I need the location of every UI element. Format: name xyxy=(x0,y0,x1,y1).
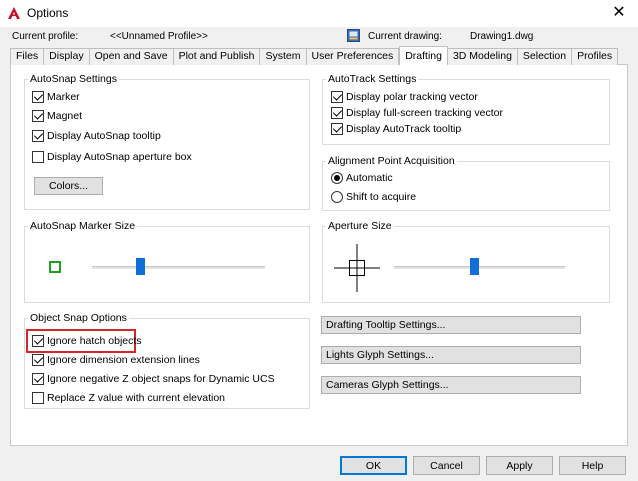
help-button[interactable]: Help xyxy=(559,456,626,475)
ignore-hatch-label: Ignore hatch objects xyxy=(47,335,142,347)
current-profile-label: Current profile: xyxy=(12,31,79,42)
ignore-dimension-checkbox-row[interactable]: Ignore dimension extension lines xyxy=(32,354,200,366)
object-snap-options-title: Object Snap Options xyxy=(28,312,129,324)
ignore-dimension-label: Ignore dimension extension lines xyxy=(47,354,200,366)
tab-open-and-save[interactable]: Open and Save xyxy=(89,48,174,65)
tab-user-preferences[interactable]: User Preferences xyxy=(306,48,400,65)
tab-display[interactable]: Display xyxy=(44,48,90,65)
autosnap-tooltip-label: Display AutoSnap tooltip xyxy=(47,130,161,142)
magnet-label: Magnet xyxy=(47,110,83,122)
marker-preview-icon xyxy=(49,261,61,273)
aperture-box-checkbox[interactable] xyxy=(32,151,44,163)
replace-z-label: Replace Z value with current elevation xyxy=(47,392,226,404)
current-drawing-value: Drawing1.dwg xyxy=(470,31,534,42)
lights-glyph-settings-button[interactable]: Lights Glyph Settings... xyxy=(321,346,581,364)
ok-button[interactable]: OK xyxy=(340,456,407,475)
alignment-point-title: Alignment Point Acquisition xyxy=(326,155,457,167)
tab-strip: Files Display Open and Save Plot and Pub… xyxy=(10,46,619,65)
shift-to-acquire-label: Shift to acquire xyxy=(346,191,417,203)
marker-size-group xyxy=(24,226,310,303)
title-bar xyxy=(0,0,638,27)
apply-button[interactable]: Apply xyxy=(486,456,553,475)
marker-size-slider-thumb[interactable] xyxy=(136,258,145,275)
aperture-box-checkbox-row[interactable]: Display AutoSnap aperture box xyxy=(32,151,192,163)
polar-tracking-checkbox[interactable] xyxy=(331,91,343,103)
close-icon[interactable]: ✕ xyxy=(608,3,630,23)
tab-files[interactable]: Files xyxy=(10,48,45,65)
window-title: Options xyxy=(27,6,69,20)
ignore-hatch-checkbox-row[interactable]: Ignore hatch objects xyxy=(32,335,142,347)
autotrack-settings-title: AutoTrack Settings xyxy=(326,73,419,85)
tab-drafting[interactable]: Drafting xyxy=(399,46,448,65)
cancel-button[interactable]: Cancel xyxy=(413,456,480,475)
alignment-point-group xyxy=(322,161,610,211)
ignore-hatch-checkbox[interactable] xyxy=(32,335,44,347)
fullscreen-tracking-checkbox[interactable] xyxy=(331,107,343,119)
autosnap-tooltip-checkbox[interactable] xyxy=(32,130,44,142)
tab-selection[interactable]: Selection xyxy=(517,48,573,65)
autotrack-tooltip-checkbox[interactable] xyxy=(331,123,343,135)
ignore-negative-z-checkbox[interactable] xyxy=(32,373,44,385)
aperture-size-slider-thumb[interactable] xyxy=(470,258,479,275)
autosnap-tooltip-checkbox-row[interactable]: Display AutoSnap tooltip xyxy=(32,130,161,142)
aperture-size-title: Aperture Size xyxy=(326,220,394,232)
marker-size-title: AutoSnap Marker Size xyxy=(28,220,138,232)
marker-checkbox[interactable] xyxy=(32,91,44,103)
magnet-checkbox-row[interactable]: Magnet xyxy=(32,110,82,122)
tab-3d-modeling[interactable]: 3D Modeling xyxy=(447,48,518,65)
marker-size-slider-track[interactable] xyxy=(92,266,265,269)
magnet-checkbox[interactable] xyxy=(32,110,44,122)
shift-to-acquire-radio[interactable] xyxy=(331,191,343,203)
colors-button[interactable]: Colors... xyxy=(34,177,103,195)
aperture-size-slider-track[interactable] xyxy=(394,266,565,269)
ignore-negative-z-label: Ignore negative Z object snaps for Dynam… xyxy=(47,373,275,385)
shift-to-acquire-radio-row[interactable]: Shift to acquire xyxy=(331,191,416,203)
tab-system[interactable]: System xyxy=(260,48,307,65)
polar-tracking-checkbox-row[interactable]: Display polar tracking vector xyxy=(331,91,478,103)
tab-plot-and-publish[interactable]: Plot and Publish xyxy=(173,48,261,65)
current-drawing-label: Current drawing: xyxy=(368,31,442,42)
aperture-preview-icon xyxy=(334,244,380,292)
autocad-logo-icon xyxy=(8,7,20,19)
replace-z-checkbox[interactable] xyxy=(32,392,44,404)
autotrack-tooltip-label: Display AutoTrack tooltip xyxy=(346,123,462,135)
fullscreen-tracking-checkbox-row[interactable]: Display full-screen tracking vector xyxy=(331,107,503,119)
autotrack-tooltip-checkbox-row[interactable]: Display AutoTrack tooltip xyxy=(331,123,461,135)
drawing-file-icon xyxy=(347,29,360,42)
ignore-dimension-checkbox[interactable] xyxy=(32,354,44,366)
current-profile-value: <<Unnamed Profile>> xyxy=(110,31,208,42)
tab-profiles[interactable]: Profiles xyxy=(572,48,619,65)
marker-checkbox-row[interactable]: Marker xyxy=(32,91,80,103)
marker-label: Marker xyxy=(47,91,80,103)
automatic-label: Automatic xyxy=(346,172,393,184)
polar-tracking-label: Display polar tracking vector xyxy=(346,91,478,103)
drafting-tooltip-settings-button[interactable]: Drafting Tooltip Settings... xyxy=(321,316,581,334)
fullscreen-tracking-label: Display full-screen tracking vector xyxy=(346,107,503,119)
ignore-negative-z-checkbox-row[interactable]: Ignore negative Z object snaps for Dynam… xyxy=(32,373,275,385)
automatic-radio-row[interactable]: Automatic xyxy=(331,172,393,184)
cameras-glyph-settings-button[interactable]: Cameras Glyph Settings... xyxy=(321,376,581,394)
aperture-box-label: Display AutoSnap aperture box xyxy=(47,151,192,163)
autosnap-settings-title: AutoSnap Settings xyxy=(28,73,119,85)
replace-z-checkbox-row[interactable]: Replace Z value with current elevation xyxy=(32,392,225,404)
automatic-radio[interactable] xyxy=(331,172,343,184)
